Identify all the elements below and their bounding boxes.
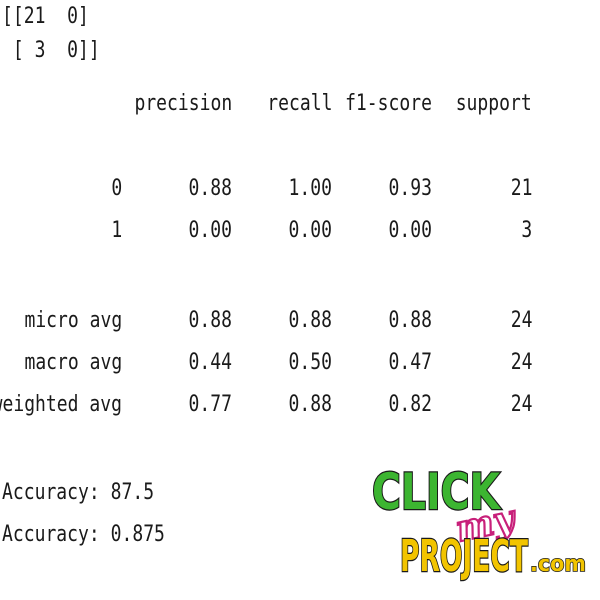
row-label: micro avg [24, 308, 122, 333]
cell-support: 3 [521, 218, 532, 243]
cell-f1-score: 0.47 [388, 350, 432, 375]
svg-text:.com: .com [530, 552, 586, 577]
cell-recall: 0.88 [288, 392, 332, 417]
cell-support: 24 [510, 392, 532, 417]
cell-support: 24 [510, 308, 532, 333]
confusion-matrix-row-1: [[21 0] [2, 4, 89, 29]
cell-precision: 0.44 [188, 350, 232, 375]
cell-support: 21 [510, 176, 532, 201]
header-support: support [455, 91, 532, 116]
accuracy-fraction-line: Accuracy: 0.875 [2, 522, 165, 547]
cell-recall: 1.00 [288, 176, 332, 201]
cell-f1-score: 0.88 [388, 308, 432, 333]
cell-f1-score: 0.93 [388, 176, 432, 201]
cell-precision: 0.88 [188, 308, 232, 333]
cell-recall: 0.88 [288, 308, 332, 333]
cell-support: 24 [510, 350, 532, 375]
header-f1-score: f1-score [345, 91, 432, 116]
cell-f1-score: 0.82 [388, 392, 432, 417]
header-precision: precision [134, 91, 232, 116]
row-label: weighted avg [0, 392, 122, 417]
cell-f1-score: 0.00 [388, 218, 432, 243]
cell-precision: 0.88 [188, 176, 232, 201]
cell-recall: 0.50 [288, 350, 332, 375]
cell-precision: 0.77 [188, 392, 232, 417]
row-label: 1 [111, 218, 122, 243]
cell-precision: 0.00 [188, 218, 232, 243]
row-label: 0 [111, 176, 122, 201]
accuracy-percent-line: Accuracy: 87.5 [2, 480, 155, 505]
row-label: macro avg [24, 350, 122, 375]
cell-recall: 0.00 [288, 218, 332, 243]
clickmyproject-logo: CLICK my PROJECT .com [370, 455, 595, 585]
svg-text:PROJECT: PROJECT [400, 531, 528, 582]
confusion-matrix-row-2: [ 3 0]] [2, 38, 100, 63]
header-recall: recall [266, 91, 332, 116]
